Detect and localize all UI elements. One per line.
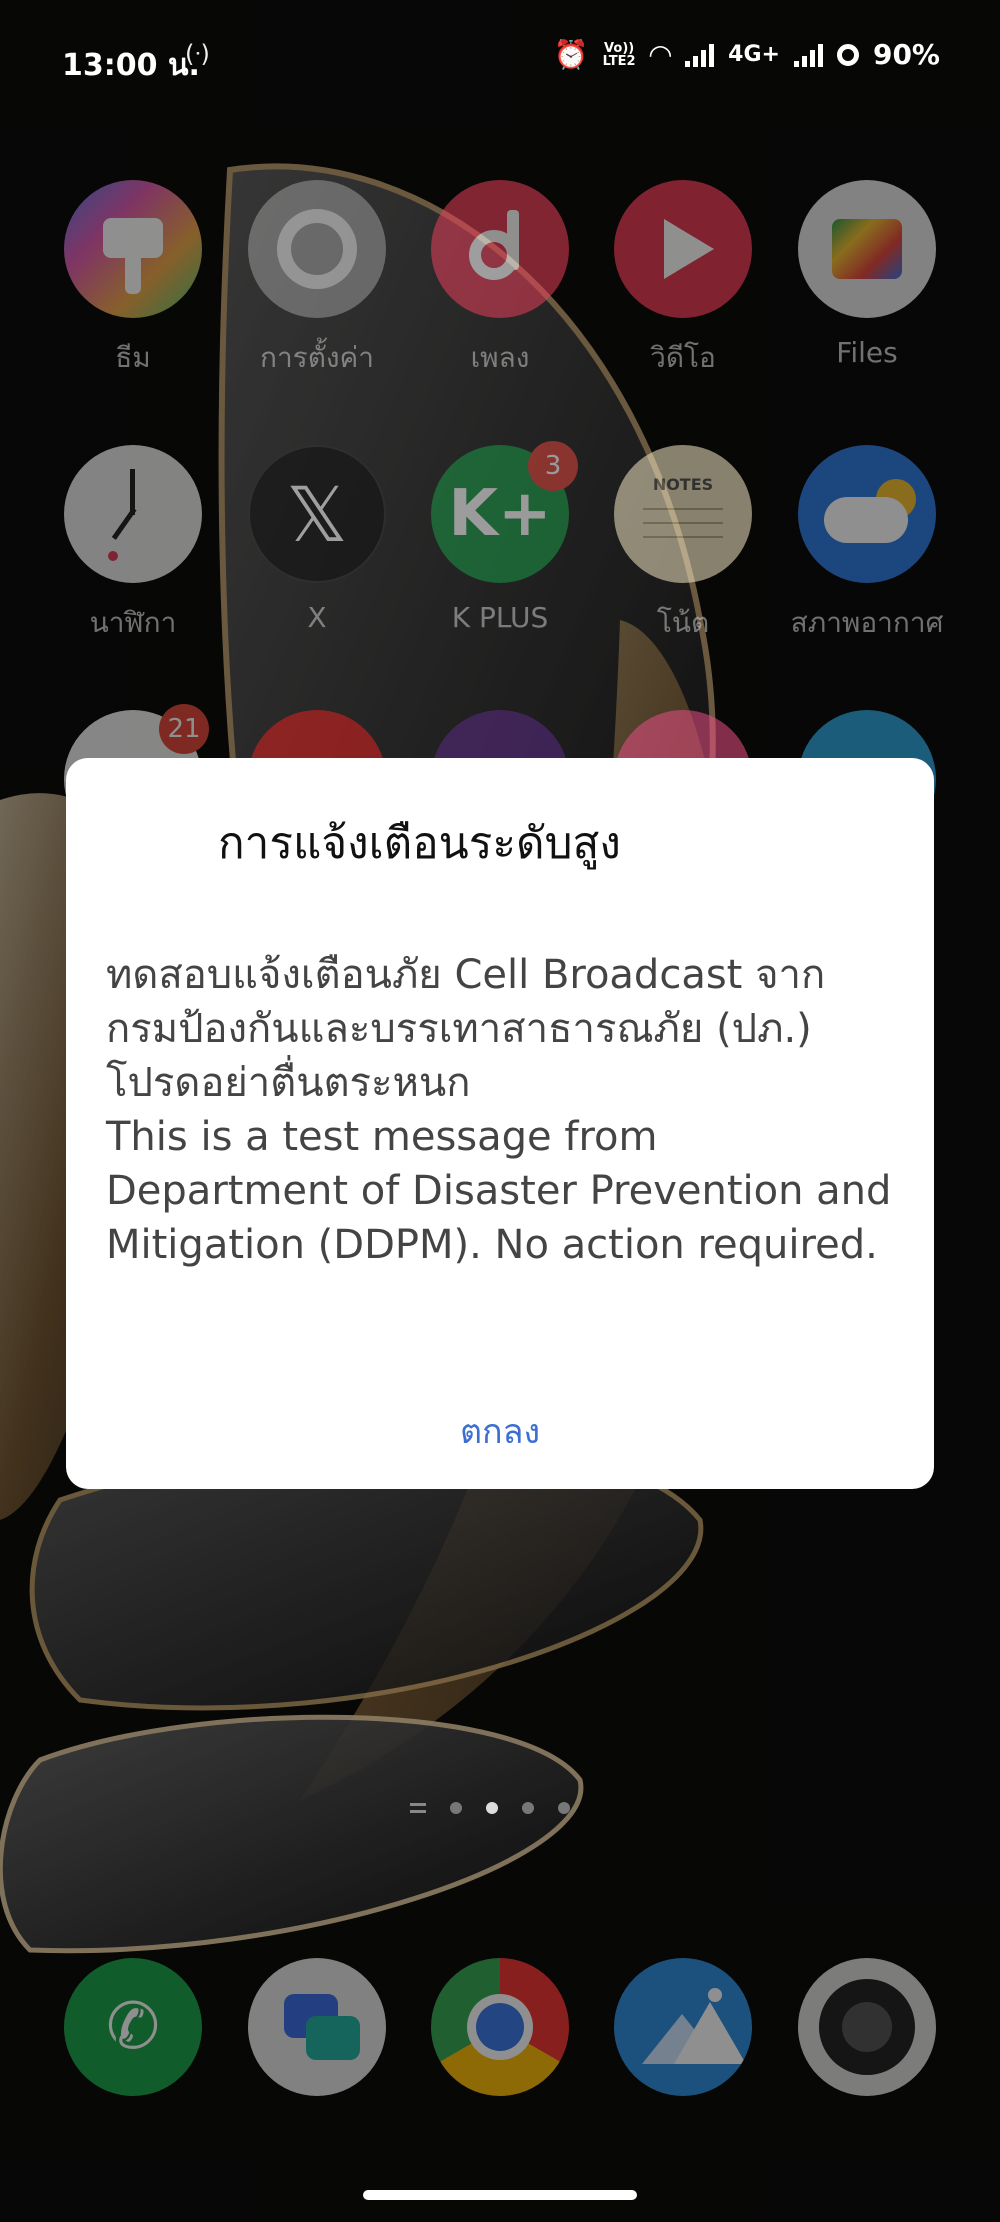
app-video[interactable]: วิดีโอ (591, 180, 775, 380)
message-english: This is a test message from Department o… (106, 1114, 892, 1268)
page-dot-active (486, 1802, 498, 1814)
app-theme[interactable]: ธีม (41, 180, 225, 380)
music-note-icon (431, 180, 569, 318)
app-settings[interactable]: การตั้งค่า (225, 180, 409, 380)
app-label: นาฬิกา (89, 606, 177, 639)
x-logo-icon: 𝕏 (248, 445, 386, 583)
gallery-icon (614, 1958, 752, 2096)
message-thai-line-3: โปรดอย่าตื่นตระหนก (106, 1060, 471, 1106)
dock-gallery[interactable] (591, 1958, 775, 2096)
dock-messages[interactable] (225, 1958, 409, 2096)
chrome-icon (431, 1958, 569, 2096)
home-gesture-bar[interactable] (363, 2190, 637, 2200)
app-label: เพลง (470, 341, 530, 374)
page-dot (522, 1802, 534, 1814)
alarm-icon: ⏰ (553, 38, 589, 71)
weather-icon (798, 445, 936, 583)
phone-icon: ✆ (64, 1958, 202, 2096)
status-right-icons: ⏰ Vo)) LTE2 ◠ 4G+ 90% (554, 38, 940, 71)
app-label: วิดีโอ (650, 341, 716, 374)
app-label: การตั้งค่า (259, 341, 375, 374)
battery-level: 90% (872, 38, 940, 71)
status-bar: 13:00 น. (ᐧ) ⏰ Vo)) LTE2 ◠ 4G+ 90% (0, 0, 1000, 120)
notes-icon: NOTES (614, 445, 752, 583)
hotspot-icon: ◠ (649, 38, 672, 71)
ok-button[interactable]: ตกลง (66, 1404, 934, 1458)
dock-chrome[interactable] (408, 1958, 592, 2096)
theme-icon (64, 180, 202, 318)
messages-icon (248, 1958, 386, 2096)
dialog-message: ทดสอบแจ้งเตือนภัย Cell Broadcast จาก กรม… (106, 948, 906, 1272)
page-dot-feed (410, 1803, 426, 1813)
signal-icon-sim2 (793, 43, 823, 67)
video-play-icon (614, 180, 752, 318)
notification-badge: 3 (528, 441, 578, 491)
files-folder-icon (798, 180, 936, 318)
app-notes[interactable]: NOTES โน้ต (591, 445, 775, 645)
notification-badge: 21 (159, 704, 209, 754)
app-files[interactable]: Files (775, 180, 959, 369)
battery-icon (836, 43, 859, 66)
app-x[interactable]: 𝕏 X (225, 445, 409, 634)
app-clock[interactable]: นาฬิกา (41, 445, 225, 645)
dialog-title: การแจ้งเตือนระดับสูง (218, 818, 621, 869)
app-label: โน้ต (656, 606, 710, 639)
network-type: 4G+ (728, 42, 780, 67)
app-label: K PLUS (451, 601, 549, 634)
settings-gear-icon (248, 180, 386, 318)
app-label: สภาพอากาศ (790, 606, 944, 639)
dock-phone[interactable]: ✆ (41, 1958, 225, 2096)
dock-camera[interactable] (775, 1958, 959, 2096)
app-kplus[interactable]: K+ 3 K PLUS (408, 441, 592, 634)
clock-icon (64, 445, 202, 583)
app-weather[interactable]: สภาพอากาศ (775, 445, 959, 645)
camera-icon (798, 1958, 936, 2096)
app-label: ธีม (115, 341, 151, 374)
signal-icon-sim1 (685, 43, 715, 67)
app-music[interactable]: เพลง (408, 180, 592, 380)
status-time: 13:00 น. (62, 48, 200, 83)
page-dot (558, 1802, 570, 1814)
page-dot (450, 1802, 462, 1814)
message-thai-line-2: กรมป้องกันและบรรเทาสาธารณภัย (ปภ.) (106, 1006, 812, 1052)
emergency-alert-dialog: การแจ้งเตือนระดับสูง ทดสอบแจ้งเตือนภัย C… (66, 758, 934, 1489)
page-indicator (410, 1802, 570, 1814)
app-label: Files (836, 336, 898, 369)
message-thai-line-1: ทดสอบแจ้งเตือนภัย Cell Broadcast จาก (106, 952, 826, 998)
cell-broadcast-icon: (ᐧ) (185, 40, 210, 68)
volte-icon: Vo)) LTE2 (602, 40, 636, 69)
app-label: X (307, 601, 327, 634)
